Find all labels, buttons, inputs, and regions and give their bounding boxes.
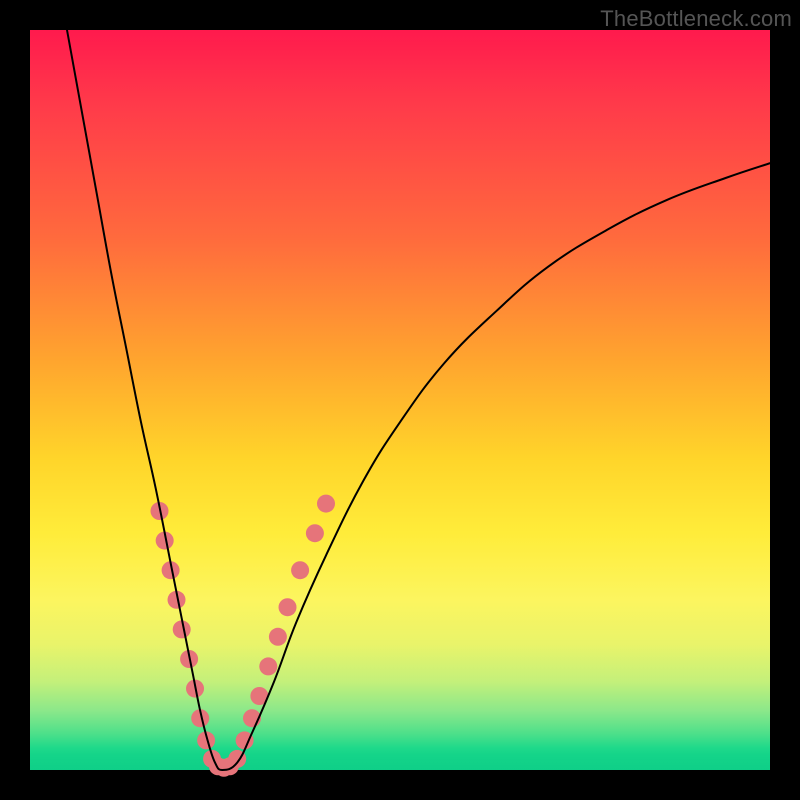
data-marker: [269, 628, 287, 646]
chart-canvas: TheBottleneck.com: [0, 0, 800, 800]
data-marker: [291, 561, 309, 579]
bottleneck-curve: [67, 30, 770, 770]
data-markers: [151, 495, 336, 777]
data-marker: [259, 657, 277, 675]
data-marker: [317, 495, 335, 513]
data-marker: [279, 598, 297, 616]
chart-overlay: [30, 30, 770, 770]
watermark-text: TheBottleneck.com: [600, 6, 792, 32]
data-marker: [306, 524, 324, 542]
